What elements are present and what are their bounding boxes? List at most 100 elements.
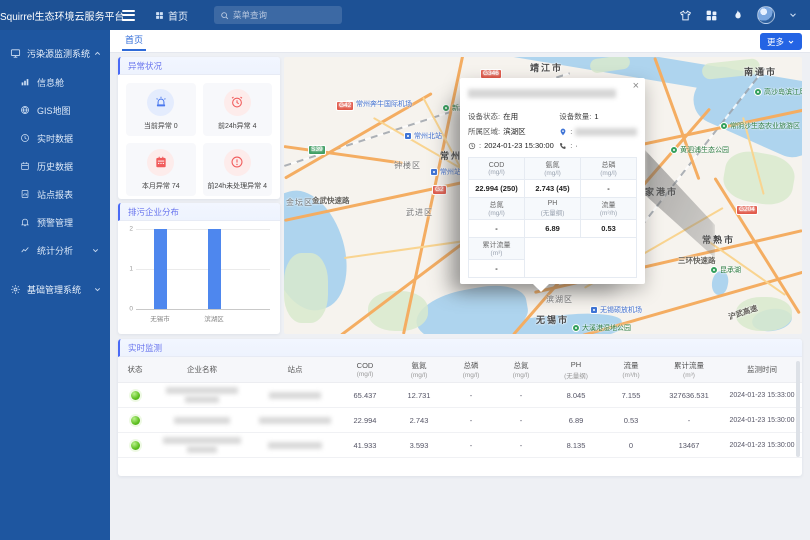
redacted-address xyxy=(575,128,637,136)
theme-shirt-icon[interactable] xyxy=(679,9,692,22)
y-axis-tick: 0 xyxy=(129,306,133,313)
site-report-icon xyxy=(20,189,30,199)
cell-value: 8.045 xyxy=(546,391,606,400)
sidebar: 污染源监测系统信息舱GIS地图实时数据历史数据站点报表预警管理统计分析基础管理系… xyxy=(0,30,110,540)
map-label-无锡硕放机场: 无锡硕放机场 xyxy=(590,305,642,315)
chevron-down-icon[interactable] xyxy=(788,10,798,20)
y-axis-tick: 2 xyxy=(129,226,133,233)
map-label-昆承湖: 昆承湖 xyxy=(710,265,741,275)
cell-value: - xyxy=(496,391,546,400)
column-header-氨氮: 氨氮(mg/l) xyxy=(392,357,446,382)
cell-value: 0.53 xyxy=(606,416,656,425)
chevron-down-icon xyxy=(787,38,795,46)
home-grid-icon xyxy=(155,11,164,20)
x-axis-label: 滨湖区 xyxy=(204,313,224,323)
breadcrumb[interactable]: 首页 xyxy=(155,8,188,23)
menu-search-input[interactable]: 菜单查询 xyxy=(214,6,342,24)
sidebar-item-历史数据[interactable]: 历史数据 xyxy=(0,152,110,180)
cell-value: - xyxy=(446,416,496,425)
map-label-三环快速路: 三环快速路 xyxy=(678,255,716,266)
sidebar-section-0[interactable]: 污染源监测系统 xyxy=(0,38,110,68)
realtime-data-icon xyxy=(20,133,30,143)
bar-滨湖区 xyxy=(208,229,221,309)
monitor-table-header: 状态企业名称站点COD(mg/l)氨氮(mg/l)总磷(mg/l)总氮(mg/l… xyxy=(118,357,802,383)
column-header-监测时间: 监测时间 xyxy=(722,357,802,382)
close-icon[interactable]: × xyxy=(633,80,639,92)
device-count-label: 设备数量: xyxy=(559,111,591,122)
more-button-label: 更多 xyxy=(767,36,784,48)
app-logo: Squirrel生态环境云服务平台 xyxy=(0,8,110,23)
cell-value: - xyxy=(446,391,496,400)
column-header-COD: COD(mg/l) xyxy=(338,357,392,382)
abnormal-card-label: 前24h异常 4 xyxy=(218,121,257,131)
sidebar-item-GIS地图[interactable]: GIS地图 xyxy=(0,96,110,124)
sidebar-item-站点报表[interactable]: 站点报表 xyxy=(0,180,110,208)
sidebar-item-统计分析[interactable]: 统计分析 xyxy=(0,236,110,264)
chevron-down-icon xyxy=(91,246,100,255)
map-canvas[interactable]: 靖江市南通市常州市无锡市常熟市张家港市钟楼区武进区金坛区滨湖区常州奔牛国际机场常… xyxy=(284,57,802,334)
map-label-滨湖区: 滨湖区 xyxy=(546,294,573,305)
table-row[interactable]: 22.9942.743--6.890.53-2024-01-23 15:30:0… xyxy=(118,408,802,433)
park-marker-icon xyxy=(754,88,762,96)
cell-value: 2024-01-23 15:30:00 xyxy=(722,417,802,424)
chart-panel-title: 排污企业分布 xyxy=(118,203,280,221)
more-button[interactable]: 更多 xyxy=(760,33,802,50)
cell-value: 12.731 xyxy=(392,391,446,400)
map-label-无锡市: 无锡市 xyxy=(536,313,569,326)
device-status-label: 设备状态: xyxy=(468,111,500,122)
park-marker-icon xyxy=(572,324,580,332)
stats-analysis-icon xyxy=(20,245,30,255)
map-label-南通市: 南通市 xyxy=(744,65,777,78)
map-label-武进区: 武进区 xyxy=(406,207,433,218)
popup-beak xyxy=(532,283,550,292)
cell-value: 327636.531 xyxy=(656,391,722,400)
enterprise-distribution-panel: 排污企业分布 012无锡市滨湖区 xyxy=(118,203,280,334)
table-scrollbar[interactable] xyxy=(796,361,800,457)
cell-value: 65.437 xyxy=(338,391,392,400)
popup-phone: · xyxy=(575,141,578,150)
bar-chart: 012无锡市滨湖区 xyxy=(118,221,280,333)
map-label-大溪港湿地公园: 大溪港湿地公园 xyxy=(572,323,631,333)
column-header-流量: 流量(m³/h) xyxy=(606,357,656,382)
redacted-site-name xyxy=(252,442,338,449)
status-indicator xyxy=(131,391,140,400)
top-header: Squirrel生态环境云服务平台 首页 菜单查询 xyxy=(0,0,810,30)
popup-device-info: 设备状态:在用 设备数量:1 所属区域:滨湖区 : :2024-01-23 15… xyxy=(468,111,637,150)
map-label-常阴沙生态农业旅游区: 常阴沙生态农业旅游区 xyxy=(720,121,800,131)
sidebar-item-实时数据[interactable]: 实时数据 xyxy=(0,124,110,152)
cell-value: - xyxy=(446,441,496,450)
park-marker-icon xyxy=(670,146,678,154)
cell-value: 41.933 xyxy=(338,441,392,450)
map-label-S39: S39 xyxy=(308,145,326,155)
table-row[interactable]: 65.43712.731--8.0457.155327636.5312024-0… xyxy=(118,383,802,408)
popup-cast-shadow xyxy=(645,150,715,258)
map-label-靖江市: 靖江市 xyxy=(530,61,563,74)
redacted-enterprise-name xyxy=(152,387,252,403)
redacted-site-name xyxy=(252,392,338,399)
breadcrumb-home-label: 首页 xyxy=(168,8,188,23)
sidebar-item-预警管理[interactable]: 预警管理 xyxy=(0,208,110,236)
layout-icon[interactable] xyxy=(705,9,718,22)
sidebar-section-1[interactable]: 基础管理系统 xyxy=(0,274,110,304)
popup-metrics-table: COD(mg/l)氨氮(mg/l)总磷(mg/l)22.994 (250)2.7… xyxy=(468,157,637,278)
app-window: Squirrel生态环境云服务平台 首页 菜单查询 污染源监测系统信息舱GIS地… xyxy=(0,0,810,540)
info-dashboard-icon xyxy=(20,77,30,87)
table-row[interactable]: 41.9333.593--8.1350134672024-01-23 15:30… xyxy=(118,433,802,458)
gis-map-icon xyxy=(20,105,30,115)
cell-value: - xyxy=(496,441,546,450)
map-label-金坛区: 金坛区 xyxy=(286,197,313,208)
cell-value: 0 xyxy=(606,441,656,450)
avatar[interactable] xyxy=(757,6,775,24)
y-axis-tick: 1 xyxy=(129,266,133,273)
flame-icon[interactable] xyxy=(731,9,744,22)
tab-home[interactable]: 首页 xyxy=(122,30,146,51)
redacted-site-name xyxy=(252,417,338,424)
sidebar-item-信息舱[interactable]: 信息舱 xyxy=(0,68,110,96)
transit-marker-icon xyxy=(430,168,438,176)
column-header-累计流量: 累计流量(m³) xyxy=(656,357,722,382)
abnormal-card-0: 当前异常 0 xyxy=(126,83,196,136)
abnormal-panel-title: 异常状况 xyxy=(118,57,280,75)
map-label-G2: G2 xyxy=(432,185,447,195)
menu-toggle-icon[interactable] xyxy=(122,10,135,21)
base-manage-icon xyxy=(10,284,21,295)
